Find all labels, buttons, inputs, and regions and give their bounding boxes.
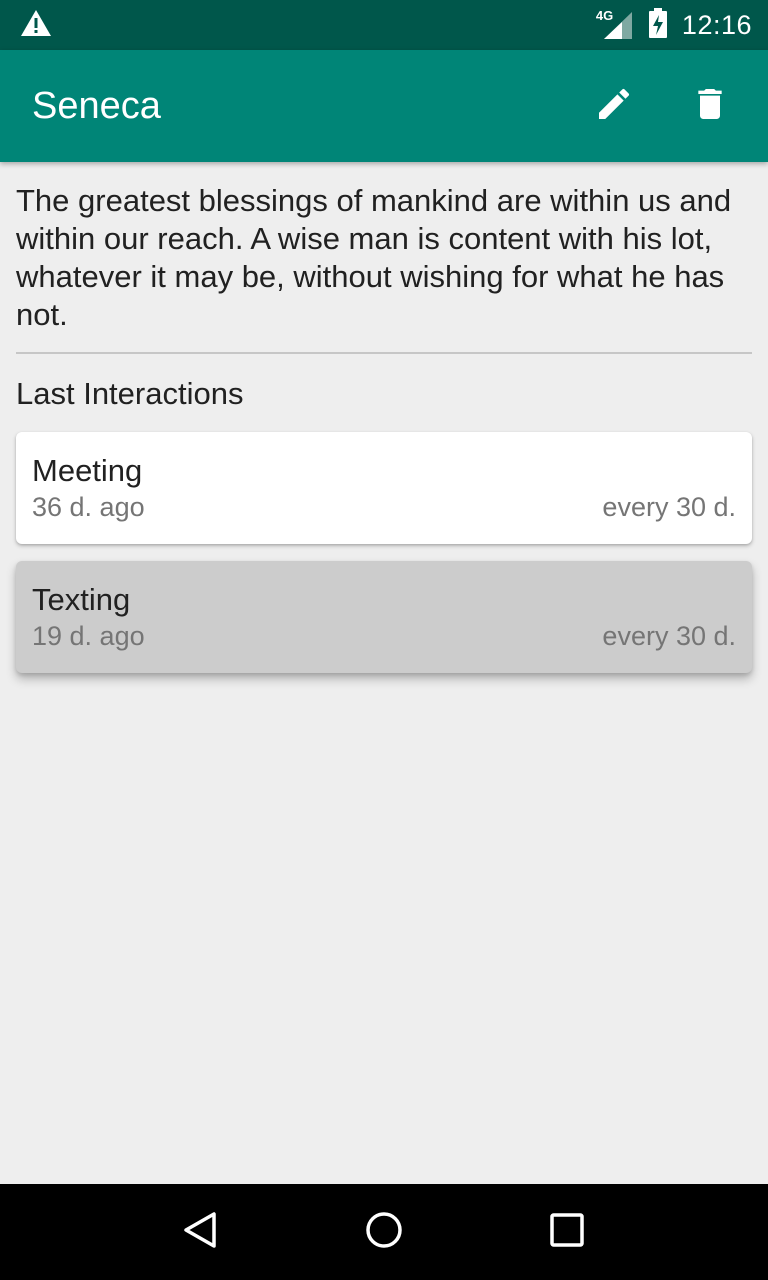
app-actions: [590, 82, 736, 130]
interaction-meta: 19 d. ago every 30 d.: [32, 621, 736, 652]
interaction-card-texting[interactable]: Texting 19 d. ago every 30 d.: [16, 561, 752, 673]
back-button[interactable]: [171, 1202, 231, 1262]
home-button[interactable]: [354, 1202, 414, 1262]
divider: [16, 352, 752, 354]
interaction-title: Meeting: [32, 453, 143, 488]
clock: 12:16: [681, 9, 752, 40]
delete-icon: [690, 84, 730, 129]
edit-icon: [594, 84, 634, 129]
interaction-meta: 36 d. ago every 30 d.: [32, 492, 736, 523]
signal-icon: 4G: [595, 8, 634, 40]
quote-text: The greatest blessings of mankind are wi…: [16, 183, 732, 332]
back-icon: [181, 1210, 221, 1255]
interaction-ago: 36 d. ago: [32, 492, 145, 522]
warning-icon: [20, 9, 52, 42]
delete-button[interactable]: [686, 82, 734, 130]
interaction-title: Texting: [32, 582, 131, 617]
navigation-bar: [0, 1184, 768, 1280]
recents-icon: [547, 1210, 587, 1255]
edit-button[interactable]: [590, 82, 638, 130]
recents-button[interactable]: [537, 1202, 597, 1262]
content: The greatest blessings of mankind are wi…: [16, 162, 752, 673]
home-icon: [364, 1210, 404, 1255]
interaction-frequency: every 30 d.: [602, 621, 736, 651]
section-title: Last Interactions: [16, 376, 244, 411]
status-left: [20, 9, 52, 42]
interaction-card-meeting[interactable]: Meeting 36 d. ago every 30 d.: [16, 432, 752, 544]
page-title: Seneca: [32, 84, 161, 127]
battery-charging-icon: [648, 7, 668, 43]
network-type: 4G: [595, 8, 614, 23]
app-bar: Seneca: [0, 50, 768, 162]
status-right: 4G 12:16: [595, 7, 752, 43]
status-bar: 4G 12:16: [0, 0, 768, 50]
interaction-ago: 19 d. ago: [32, 621, 145, 651]
interaction-frequency: every 30 d.: [602, 492, 736, 522]
